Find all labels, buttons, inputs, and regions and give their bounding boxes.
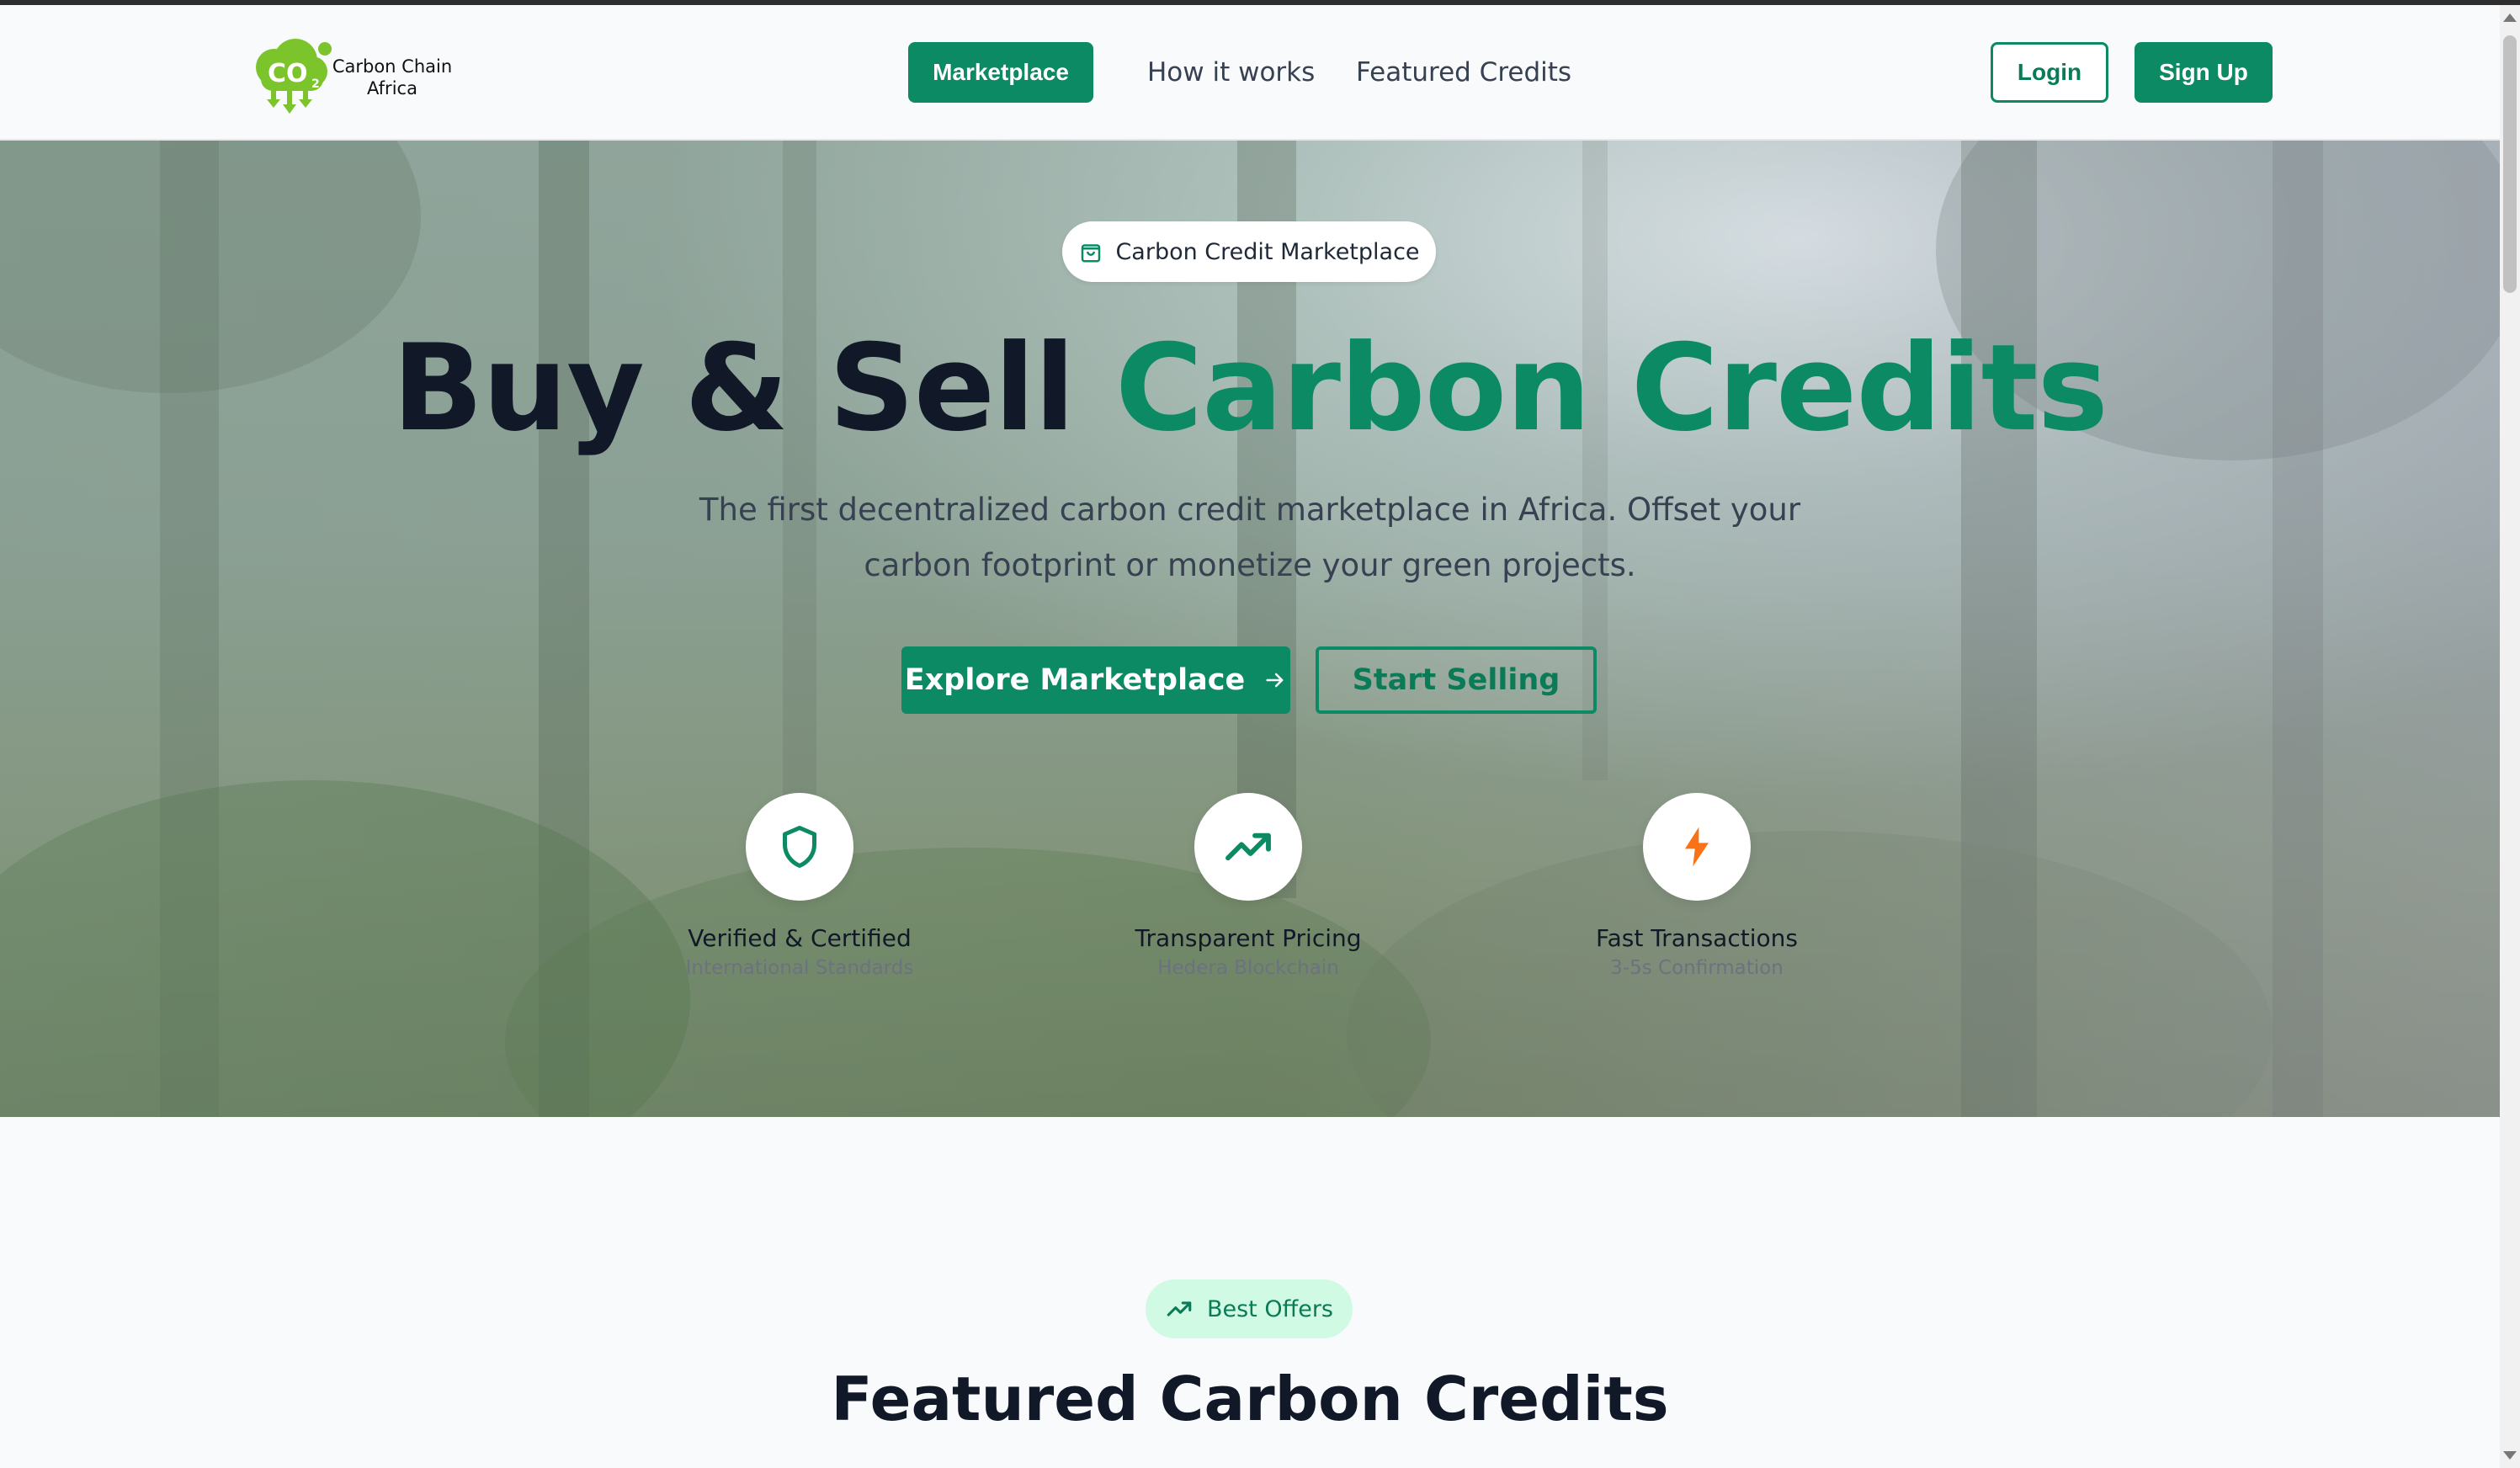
scrollbar-thumb[interactable] <box>2503 35 2517 293</box>
hero-subtitle: The first decentralized carbon credit ma… <box>640 482 1860 593</box>
feature-title: Fast Transactions <box>1596 924 1798 952</box>
hero-title: Buy & Sell Carbon Credits <box>0 317 2500 460</box>
feature-subtitle: 3-5s Confirmation <box>1610 957 1784 979</box>
feature-icon-circle <box>1643 793 1751 901</box>
trending-up-icon <box>1225 832 1271 861</box>
logo-text-line1: Carbon Chain <box>332 56 453 77</box>
featured-section-title: Featured Carbon Credits <box>831 1364 1669 1434</box>
shopping-bag-icon <box>1082 244 1101 263</box>
vertical-scrollbar[interactable] <box>2500 5 2520 1468</box>
hero-subtitle-line1: The first decentralized carbon credit ma… <box>699 492 1801 528</box>
arrow-right-icon <box>1266 673 1284 688</box>
logo-mark-subscript: 2 <box>311 77 320 91</box>
feature-subtitle: Hedera Blockchain <box>1157 957 1339 979</box>
lightning-icon <box>1685 827 1709 867</box>
start-selling-button[interactable]: Start Selling <box>1316 646 1597 714</box>
feature-fast: Fast Transactions 3-5s Confirmation <box>1571 793 1823 979</box>
explore-marketplace-label: Explore Marketplace <box>904 663 1246 697</box>
nav-marketplace-button[interactable]: Marketplace <box>908 42 1093 103</box>
feature-icon-circle <box>746 793 853 901</box>
login-button[interactable]: Login <box>1991 42 2108 103</box>
best-offers-badge: Best Offers <box>1146 1279 1353 1338</box>
pill-label: Carbon Credit Marketplace <box>1115 238 1420 265</box>
signup-button[interactable]: Sign Up <box>2135 42 2273 103</box>
explore-marketplace-button[interactable]: Explore Marketplace <box>901 646 1290 714</box>
feature-icon-circle <box>1194 793 1302 901</box>
feature-title: Verified & Certified <box>688 924 912 952</box>
logo-text-line2: Africa <box>367 78 417 98</box>
logo[interactable]: CO 2 Carbon Chain Africa <box>249 34 452 118</box>
scroll-up-arrow-icon[interactable] <box>2503 13 2517 22</box>
feature-title: Transparent Pricing <box>1135 924 1362 952</box>
hero-title-accent: Carbon Credits <box>1114 319 2108 458</box>
shield-icon <box>783 826 816 868</box>
feature-subtitle: International Standards <box>685 957 914 979</box>
hero-title-main: Buy & Sell <box>391 319 1115 458</box>
logo-text: Carbon Chain Africa <box>325 56 460 99</box>
nav-how-it-works-link[interactable]: How it works <box>1147 57 1315 88</box>
trending-up-icon <box>1167 1301 1192 1316</box>
logo-mark-text: CO <box>268 59 308 88</box>
co2-cloud-icon: CO 2 <box>256 39 332 114</box>
site-header: CO 2 Carbon Chain Africa Marketplace How… <box>0 5 2500 141</box>
browser-viewport: CO 2 Carbon Chain Africa Marketplace How… <box>0 0 2520 1468</box>
hero-subtitle-line2: carbon footprint or monetize your green … <box>864 547 1636 583</box>
nav-featured-credits-link[interactable]: Featured Credits <box>1356 57 1571 88</box>
feature-pricing: Transparent Pricing Hedera Blockchain <box>1122 793 1374 979</box>
best-offers-label: Best Offers <box>1206 1295 1333 1322</box>
scroll-down-arrow-icon[interactable] <box>2503 1451 2517 1460</box>
hero-section: Carbon Credit Marketplace Buy & Sell Car… <box>0 141 2500 1117</box>
feature-verified: Verified & Certified International Stand… <box>673 793 926 979</box>
marketplace-pill: Carbon Credit Marketplace <box>1062 221 1436 282</box>
